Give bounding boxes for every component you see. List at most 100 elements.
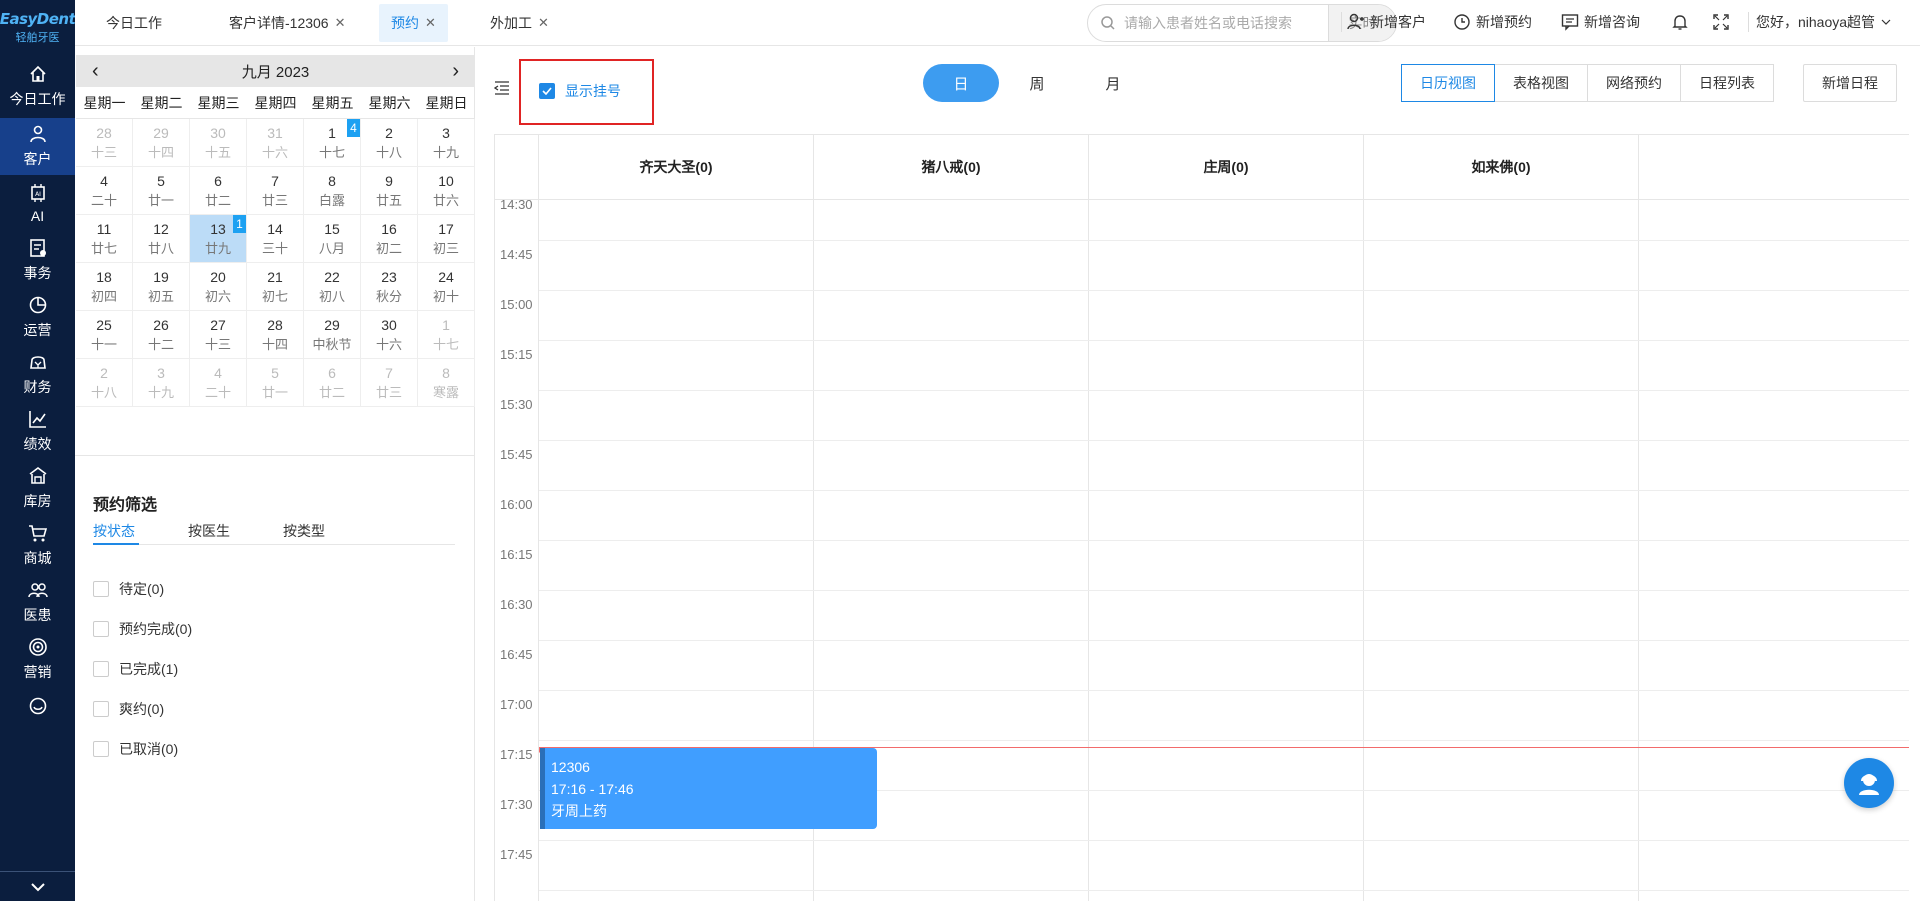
new-consult-button[interactable]: 新增咨询: [1561, 10, 1640, 34]
calendar-day[interactable]: 24 初十: [418, 263, 475, 311]
filter-option[interactable]: 预约完成(0): [93, 619, 192, 639]
prev-month-button[interactable]: ‹: [92, 60, 99, 83]
appointment-card[interactable]: 12306 17:16 - 17:46 牙周上药: [540, 748, 877, 829]
collapse-menu-icon[interactable]: [494, 81, 510, 95]
range-day-button[interactable]: 日: [923, 64, 999, 102]
range-month-button[interactable]: 月: [1075, 64, 1151, 102]
calendar-view-button[interactable]: 日历视图: [1401, 64, 1495, 102]
calendar-day[interactable]: 12 廿八: [133, 215, 190, 263]
calendar-day[interactable]: 26 十二: [133, 311, 190, 359]
search-input[interactable]: [1116, 5, 1328, 41]
calendar-day[interactable]: 7 廿三: [361, 359, 418, 407]
checkbox[interactable]: [93, 701, 109, 717]
calendar-day[interactable]: 30 十五: [190, 119, 247, 167]
calendar-day[interactable]: 3 十九: [133, 359, 190, 407]
calendar-day[interactable]: 8 白露: [304, 167, 361, 215]
calendar-day[interactable]: 21 初七: [247, 263, 304, 311]
nav-item-performance[interactable]: 绩效: [0, 403, 75, 460]
calendar-day[interactable]: 13 廿九 1: [190, 215, 247, 263]
calendar-day[interactable]: 2 十八: [361, 119, 418, 167]
checkbox[interactable]: [93, 581, 109, 597]
filter-tab-type[interactable]: 按类型: [283, 521, 325, 541]
calendar-day[interactable]: 28 十四: [247, 311, 304, 359]
calendar-day[interactable]: 5 廿一: [133, 167, 190, 215]
calendar-day[interactable]: 1 十七: [418, 311, 475, 359]
new-customer-button[interactable]: 新增客户: [1347, 10, 1426, 34]
checkbox[interactable]: [93, 661, 109, 677]
close-icon[interactable]: ✕: [425, 15, 436, 31]
checkbox[interactable]: [93, 741, 109, 757]
calendar-day[interactable]: 4 二十: [190, 359, 247, 407]
new-schedule-button[interactable]: 新增日程: [1803, 64, 1897, 102]
tab-appointment[interactable]: 预约 ✕: [379, 4, 448, 42]
doctor-column-header[interactable]: 庄周(0): [1089, 135, 1364, 199]
calendar-day[interactable]: 9 廿五: [361, 167, 418, 215]
tab-customer-detail[interactable]: 客户详情-12306 ✕: [229, 4, 346, 42]
notification-button[interactable]: [1671, 10, 1694, 34]
calendar-day[interactable]: 10 廿六: [418, 167, 475, 215]
user-menu[interactable]: 您好，nihaoya超管: [1756, 10, 1896, 34]
filter-option[interactable]: 已完成(1): [93, 659, 178, 679]
calendar-day[interactable]: 6 廿二: [190, 167, 247, 215]
calendar-day[interactable]: 3 十九: [418, 119, 475, 167]
calendar-day[interactable]: 16 初二: [361, 215, 418, 263]
filter-tab-doctor[interactable]: 按医生: [188, 521, 230, 541]
tab-today-work[interactable]: 今日工作: [106, 4, 162, 42]
logo[interactable]: EasyDent 轻舶牙医: [0, 0, 76, 54]
nav-item-mall[interactable]: 商城: [0, 517, 75, 574]
nav-item-doctor-patient[interactable]: 医患: [0, 574, 75, 631]
schedule-list-button[interactable]: 日程列表: [1680, 64, 1774, 102]
nav-item-affairs[interactable]: 事务: [0, 232, 75, 289]
filter-option[interactable]: 爽约(0): [93, 699, 164, 719]
calendar-day[interactable]: 23 秋分: [361, 263, 418, 311]
fullscreen-button[interactable]: [1712, 10, 1735, 34]
new-appointment-button[interactable]: 新增预约: [1453, 10, 1532, 34]
customer-service-button[interactable]: [1844, 758, 1894, 808]
tab-outsourcing[interactable]: 外加工 ✕: [490, 4, 549, 42]
close-icon[interactable]: ✕: [538, 15, 549, 31]
next-month-button[interactable]: ›: [452, 60, 459, 83]
filter-tab-status[interactable]: 按状态: [93, 521, 135, 541]
close-icon[interactable]: ✕: [335, 15, 346, 31]
calendar-day[interactable]: 1 十七 4: [304, 119, 361, 167]
calendar-day[interactable]: 22 初八: [304, 263, 361, 311]
calendar-day[interactable]: 5 廿一: [247, 359, 304, 407]
doctor-column-header[interactable]: 如来佛(0): [1364, 135, 1639, 199]
doctor-column-header[interactable]: 齐天大圣(0): [539, 135, 814, 199]
nav-item-ai[interactable]: AI AI: [0, 175, 75, 232]
calendar-day[interactable]: 2 十八: [76, 359, 133, 407]
filter-option[interactable]: 已取消(0): [93, 739, 178, 759]
nav-item-today[interactable]: 今日工作: [0, 54, 75, 118]
nav-item-more[interactable]: [0, 688, 75, 728]
nav-item-warehouse[interactable]: 库房: [0, 460, 75, 517]
calendar-day[interactable]: 7 廿三: [247, 167, 304, 215]
calendar-day[interactable]: 30 十六: [361, 311, 418, 359]
nav-item-finance[interactable]: 财务: [0, 346, 75, 403]
nav-item-customer[interactable]: 客户: [0, 118, 75, 175]
calendar-day[interactable]: 27 十三: [190, 311, 247, 359]
calendar-day[interactable]: 25 十一: [76, 311, 133, 359]
show-registration-checkbox[interactable]: 显示挂号: [539, 81, 621, 101]
range-week-button[interactable]: 周: [999, 64, 1075, 102]
nav-more-button[interactable]: [0, 871, 75, 901]
calendar-day[interactable]: 14 三十: [247, 215, 304, 263]
calendar-day[interactable]: 29 十四: [133, 119, 190, 167]
calendar-day[interactable]: 28 十三: [76, 119, 133, 167]
calendar-day[interactable]: 20 初六: [190, 263, 247, 311]
checkbox[interactable]: [93, 621, 109, 637]
calendar-day[interactable]: 29 中秋节: [304, 311, 361, 359]
calendar-day[interactable]: 18 初四: [76, 263, 133, 311]
doctor-column-header[interactable]: 猪八戒(0): [814, 135, 1089, 199]
nav-item-marketing[interactable]: 营销: [0, 631, 75, 688]
calendar-day[interactable]: 17 初三: [418, 215, 475, 263]
calendar-day[interactable]: 6 廿二: [304, 359, 361, 407]
calendar-day[interactable]: 8 寒露: [418, 359, 475, 407]
calendar-day[interactable]: 15 八月: [304, 215, 361, 263]
nav-item-operation[interactable]: 运营: [0, 289, 75, 346]
calendar-day[interactable]: 11 廿七: [76, 215, 133, 263]
calendar-day[interactable]: 19 初五: [133, 263, 190, 311]
online-booking-button[interactable]: 网络预约: [1587, 64, 1681, 102]
filter-option[interactable]: 待定(0): [93, 579, 164, 599]
calendar-day[interactable]: 31 十六: [247, 119, 304, 167]
calendar-day[interactable]: 4 二十: [76, 167, 133, 215]
